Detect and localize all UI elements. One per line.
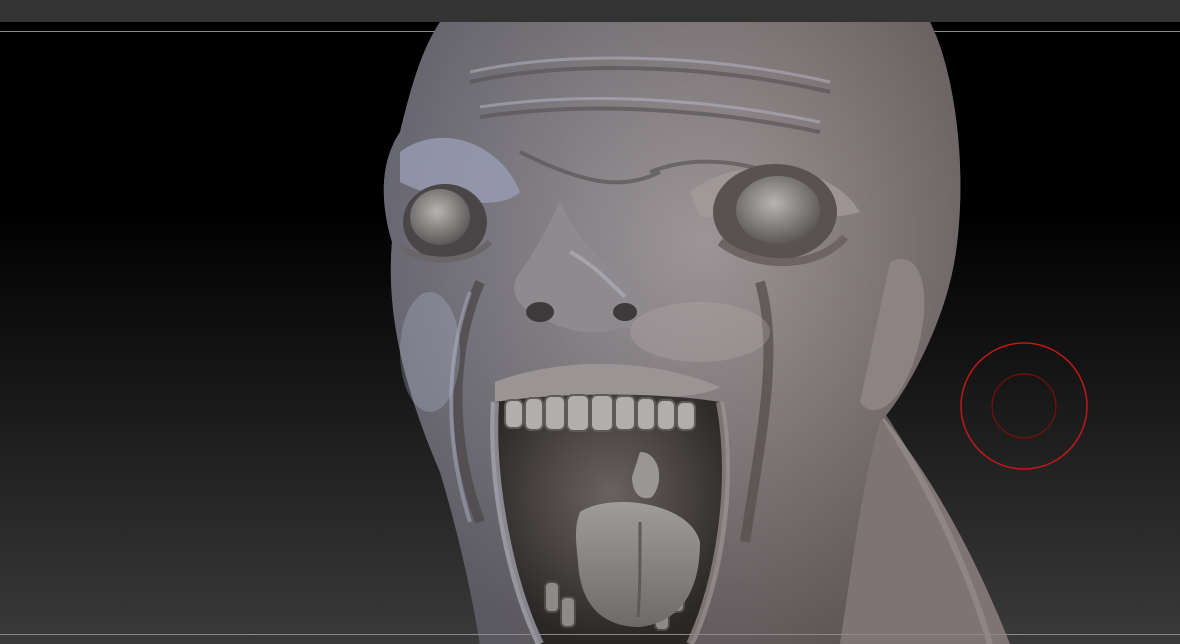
3d-viewport[interactable] [0, 22, 1180, 644]
viewport-frame-bottom [0, 634, 1180, 635]
brush-cursor-icon [960, 342, 1088, 470]
sculpt-app [0, 0, 1180, 644]
sculpted-head-model[interactable] [0, 22, 1180, 644]
top-toolbar [0, 0, 1180, 22]
